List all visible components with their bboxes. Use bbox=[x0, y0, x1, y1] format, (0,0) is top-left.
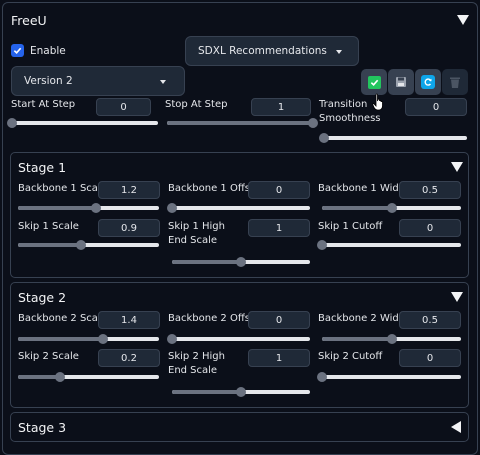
start-step-label: Start At Step bbox=[11, 99, 76, 110]
skip-2-scale-input[interactable]: 0.2 bbox=[98, 349, 160, 367]
backbone-1-width-input[interactable]: 0.5 bbox=[399, 181, 461, 199]
stage-3-title: Stage 3 bbox=[18, 420, 67, 435]
smoothness-slider[interactable] bbox=[319, 133, 467, 143]
skip-1-high-end-label: Skip 1 High End Scale bbox=[168, 221, 225, 246]
chevron-down-icon bbox=[336, 50, 342, 54]
skip-1-high-end-slider[interactable] bbox=[172, 257, 310, 267]
stop-step-input[interactable]: 1 bbox=[251, 98, 311, 116]
skip-1-cutoff-slider[interactable] bbox=[317, 240, 461, 250]
recommendations-label: SDXL Recommendations bbox=[198, 45, 327, 57]
enable-checkbox[interactable]: Enable bbox=[11, 44, 66, 57]
stop-step-label: Stop At Step bbox=[165, 99, 228, 110]
backbone-1-width-label: Backbone 1 Width bbox=[318, 183, 410, 194]
skip-2-high-end-label: Skip 2 High End Scale bbox=[168, 351, 225, 376]
backbone-1-scale-label: Backbone 1 Scale bbox=[18, 183, 107, 194]
skip-2-high-end-slider[interactable] bbox=[172, 387, 310, 397]
enable-label: Enable bbox=[30, 44, 66, 57]
skip-1-scale-label: Skip 1 Scale bbox=[18, 221, 79, 232]
chevron-down-icon bbox=[160, 80, 166, 84]
apply-button[interactable] bbox=[361, 69, 387, 95]
panel-title: FreeU bbox=[11, 13, 47, 28]
skip-2-cutoff-slider[interactable] bbox=[317, 372, 461, 382]
skip-2-scale-label: Skip 2 Scale bbox=[18, 351, 79, 362]
start-step-input[interactable]: 0 bbox=[96, 98, 151, 116]
stage-1-title: Stage 1 bbox=[18, 160, 67, 175]
backbone-2-scale-slider[interactable] bbox=[18, 334, 159, 344]
refresh-button[interactable] bbox=[415, 69, 441, 95]
apply-check-icon bbox=[367, 75, 381, 89]
backbone-2-offset-label: Backbone 2 Offset bbox=[168, 313, 260, 324]
stage-3-expand-icon[interactable] bbox=[451, 421, 461, 433]
skip-2-cutoff-label: Skip 2 Cutoff bbox=[318, 351, 383, 362]
stage-3-panel[interactable] bbox=[10, 412, 469, 442]
version-select[interactable]: Version 2 bbox=[11, 66, 185, 96]
stop-step-slider[interactable] bbox=[167, 118, 318, 128]
version-selected: Version 2 bbox=[24, 75, 73, 87]
checkbox-checked-icon[interactable] bbox=[11, 44, 24, 57]
backbone-2-scale-label: Backbone 2 Scale bbox=[18, 313, 107, 324]
skip-1-cutoff-label: Skip 1 Cutoff bbox=[318, 221, 383, 232]
refresh-icon bbox=[421, 75, 435, 89]
stage-2-title: Stage 2 bbox=[18, 290, 67, 305]
backbone-2-width-input[interactable]: 0.5 bbox=[399, 311, 461, 329]
backbone-2-scale-input[interactable]: 1.4 bbox=[98, 311, 160, 329]
save-button[interactable] bbox=[388, 69, 414, 95]
backbone-1-offset-slider[interactable] bbox=[167, 203, 310, 213]
skip-1-cutoff-input[interactable]: 0 bbox=[399, 219, 461, 237]
backbone-1-scale-input[interactable]: 1.2 bbox=[98, 181, 160, 199]
recommendations-dropdown[interactable]: SDXL Recommendations bbox=[185, 36, 359, 66]
smoothness-label: Transition Smoothness bbox=[319, 99, 381, 124]
skip-1-high-end-input[interactable]: 1 bbox=[248, 219, 310, 237]
backbone-2-offset-slider[interactable] bbox=[167, 334, 310, 344]
backbone-2-offset-input[interactable]: 0 bbox=[248, 311, 310, 329]
trash-icon bbox=[450, 77, 460, 88]
save-icon bbox=[396, 77, 406, 87]
backbone-1-offset-label: Backbone 1 Offset bbox=[168, 183, 260, 194]
skip-2-scale-slider[interactable] bbox=[18, 372, 159, 382]
skip-2-high-end-input[interactable]: 1 bbox=[248, 349, 310, 367]
stage-2-collapse-icon[interactable] bbox=[451, 292, 463, 302]
collapse-triangle-icon[interactable] bbox=[457, 15, 469, 25]
backbone-1-offset-input[interactable]: 0 bbox=[248, 181, 310, 199]
backbone-1-scale-slider[interactable] bbox=[18, 203, 159, 213]
skip-2-cutoff-input[interactable]: 0 bbox=[399, 349, 461, 367]
skip-1-scale-slider[interactable] bbox=[18, 240, 159, 250]
smoothness-input[interactable]: 0 bbox=[405, 98, 467, 116]
backbone-1-width-slider[interactable] bbox=[322, 203, 461, 213]
backbone-2-width-slider[interactable] bbox=[322, 334, 461, 344]
skip-1-scale-input[interactable]: 0.9 bbox=[98, 219, 160, 237]
start-step-slider[interactable] bbox=[7, 118, 158, 128]
backbone-2-width-label: Backbone 2 Width bbox=[318, 313, 410, 324]
stage-1-collapse-icon[interactable] bbox=[451, 162, 463, 172]
delete-button[interactable] bbox=[442, 69, 468, 95]
